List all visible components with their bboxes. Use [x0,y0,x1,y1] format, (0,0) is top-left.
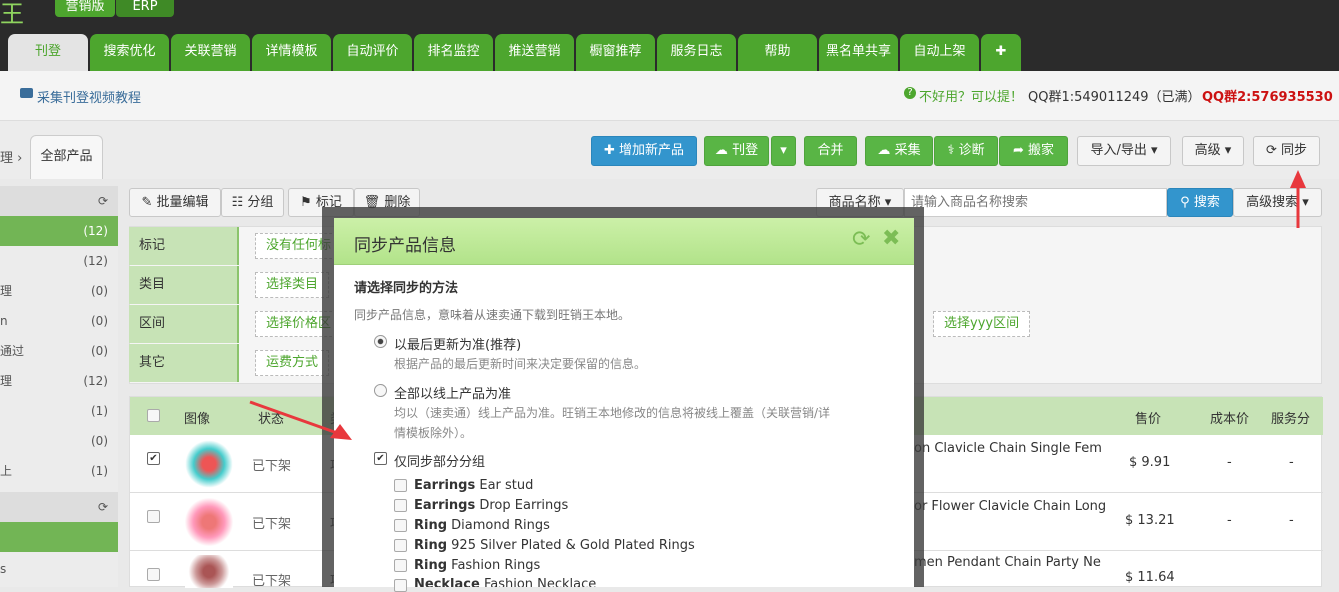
arrow-to-partial-sync [249,400,341,436]
arrowhead [1290,170,1306,188]
annotation-arrows [249,170,1306,440]
